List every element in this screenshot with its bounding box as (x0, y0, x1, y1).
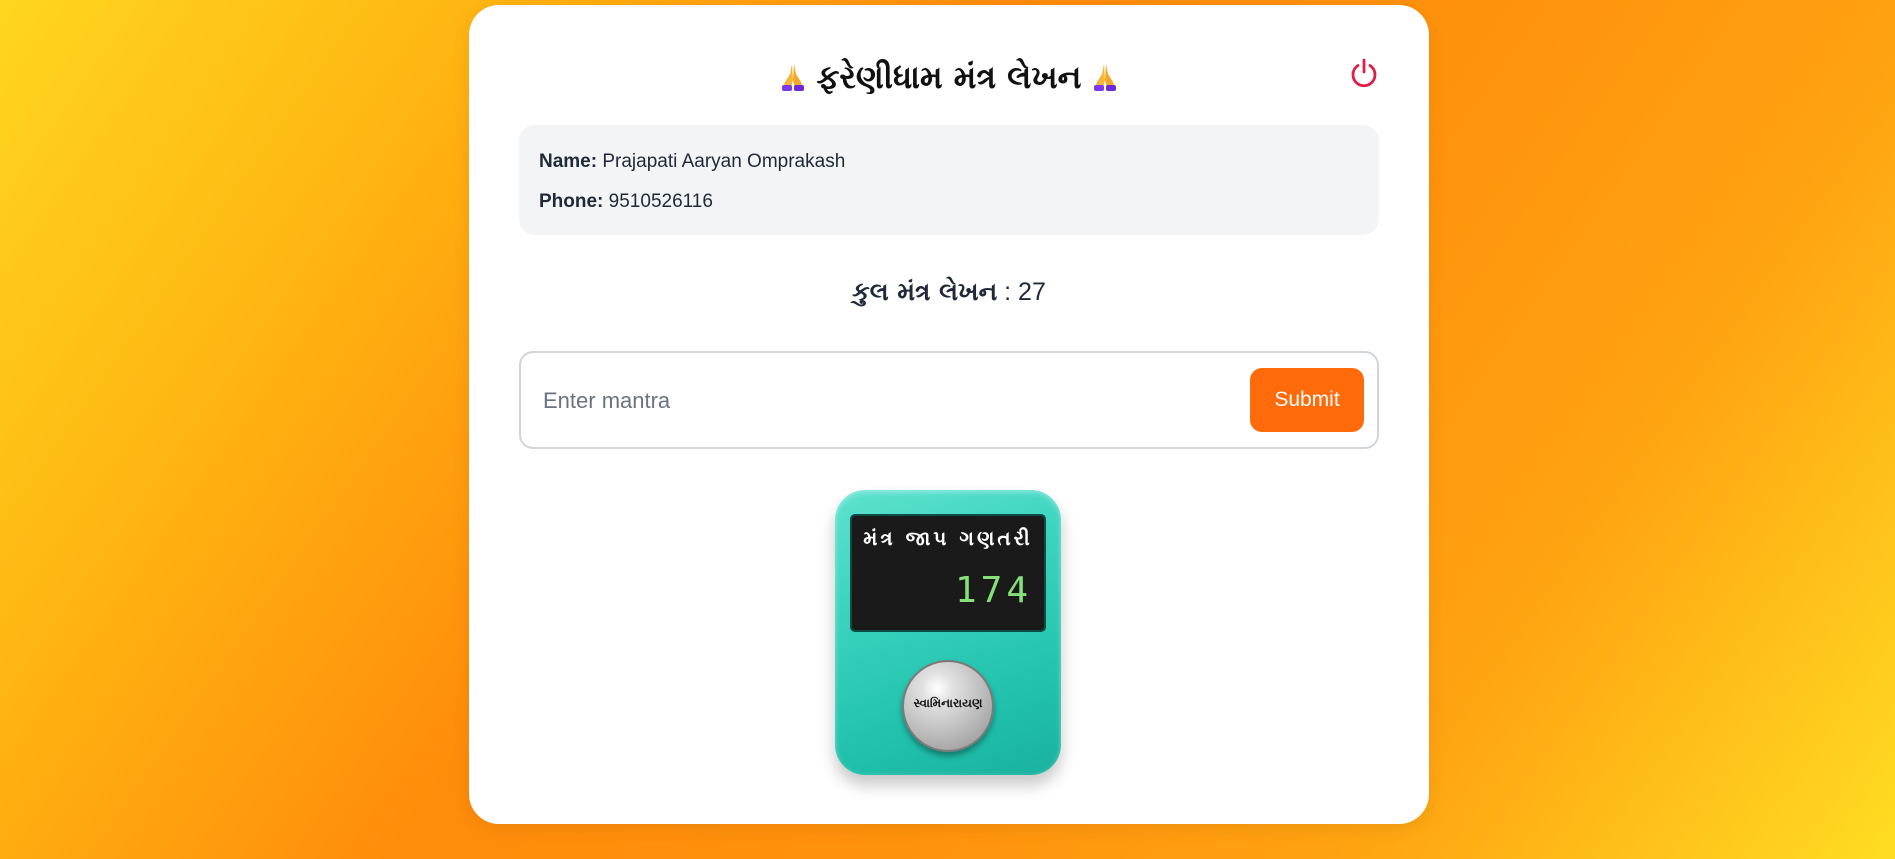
user-info-panel: Name: Prajapati Aaryan Omprakash Phone: … (519, 125, 1379, 235)
phone-value: 9510526116 (608, 191, 713, 212)
page-title-text: ફરેણીધામ મંત્ર લેખન (816, 58, 1082, 96)
counter-display: મંત્ર જાપ ગણતરી 174 (850, 514, 1046, 632)
total-count-value: 27 (1018, 278, 1046, 306)
phone-label: Phone: (539, 191, 604, 212)
page-title: ફરેણીધામ મંત્ર લેખન (469, 55, 1429, 99)
jap-counter-device: મંત્ર જાપ ગણતરી 174 સ્વામિનારાયણ (835, 490, 1061, 775)
submit-button[interactable]: Submit (1250, 368, 1364, 432)
total-count: કુલ મંત્ર લેખન : 27 (469, 277, 1429, 307)
praying-hands-icon (1094, 64, 1117, 91)
user-phone-row: Phone: 9510526116 (539, 191, 713, 213)
total-count-label: કુલ મંત્ર લેખન (852, 277, 998, 306)
jap-count-button[interactable]: સ્વામિનારાયણ (902, 660, 994, 752)
name-value: Prajapati Aaryan Omprakash (602, 151, 846, 172)
main-card: ફરેણીધામ મંત્ર લેખન Name: Prajapati Aary… (469, 5, 1429, 824)
mantra-input[interactable] (541, 373, 1225, 429)
user-name-row: Name: Prajapati Aaryan Omprakash (539, 151, 845, 173)
praying-hands-icon (781, 64, 804, 91)
logout-button[interactable] (1348, 57, 1380, 89)
power-icon (1351, 58, 1377, 88)
jap-count-button-label: સ્વામિનારાયણ (913, 696, 983, 710)
counter-label: મંત્ર જાપ ગણતરી (863, 526, 1033, 550)
mantra-entry-box: Submit (519, 351, 1379, 449)
counter-value: 174 (954, 570, 1032, 611)
total-count-separator: : (997, 278, 1019, 306)
name-label: Name: (539, 151, 598, 172)
